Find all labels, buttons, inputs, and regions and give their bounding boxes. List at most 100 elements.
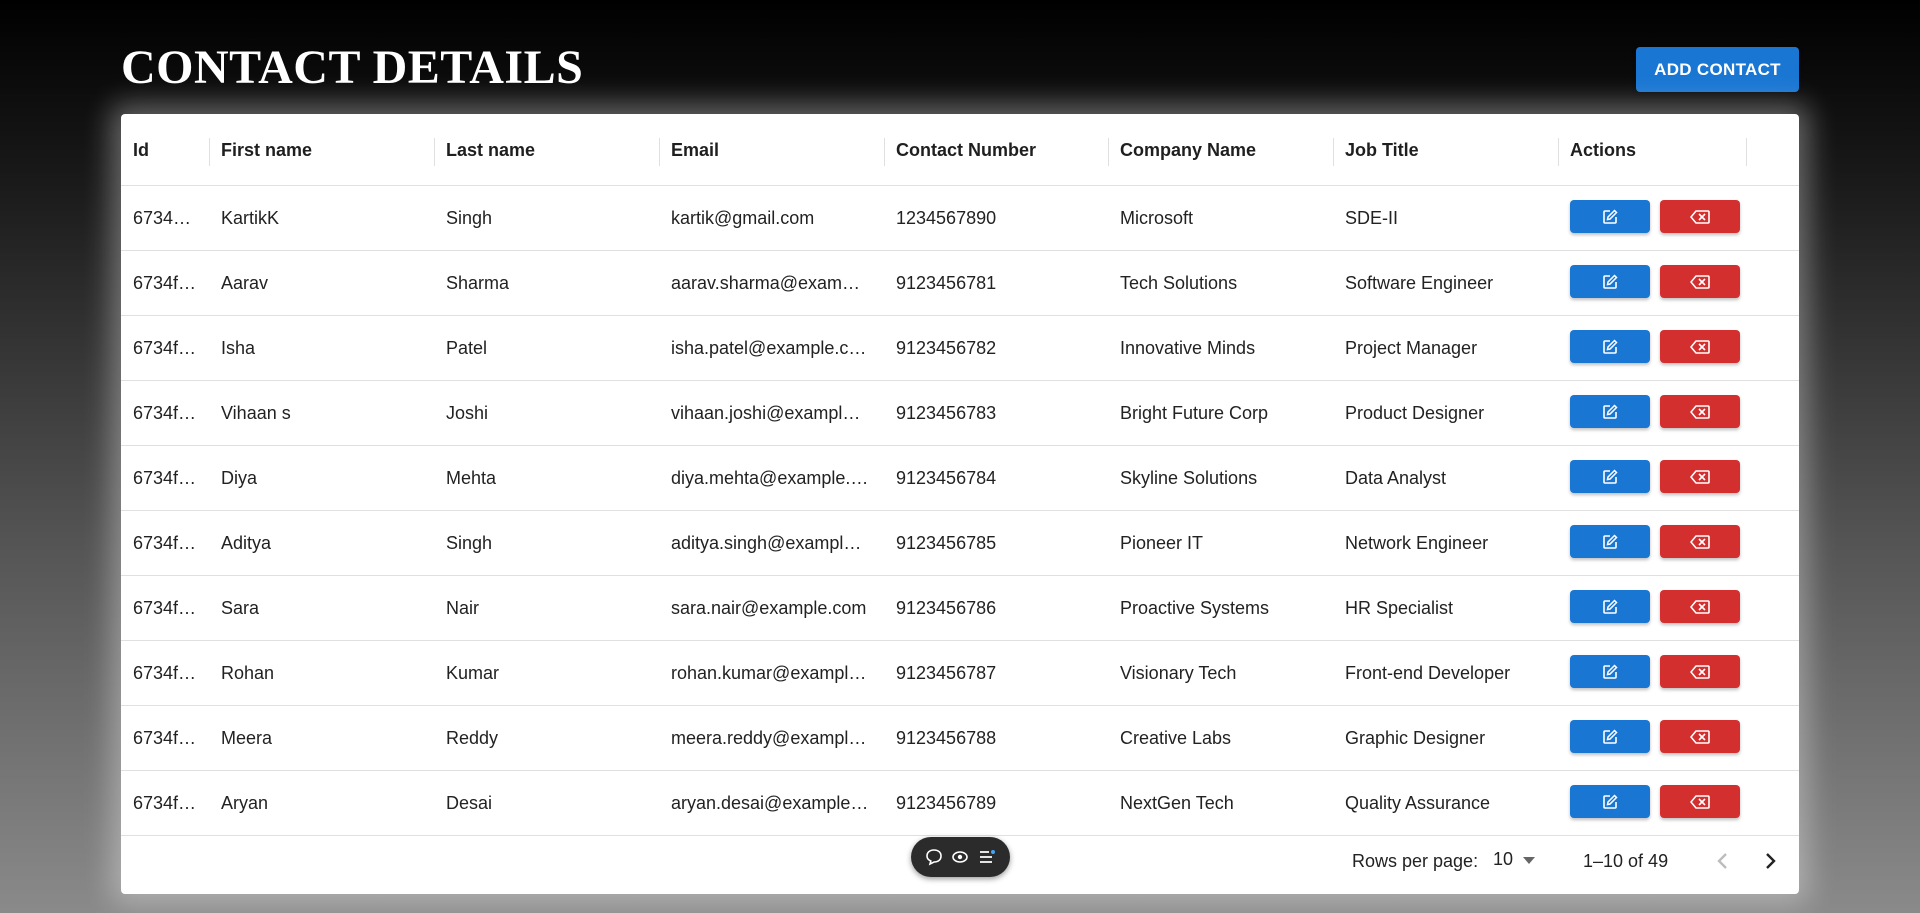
id-cell: 6734f…: [121, 771, 201, 835]
edit-button[interactable]: [1570, 785, 1650, 818]
company-name-cell-text: Pioneer IT: [1120, 532, 1204, 553]
rows-per-page-select[interactable]: 10: [1493, 849, 1536, 870]
last-name-cell: Kumar: [434, 641, 654, 705]
column-separator[interactable]: [659, 138, 660, 166]
table-row[interactable]: 6734f… Sara Nair sara.nair@example.com 91234…: [121, 576, 1799, 641]
table-row[interactable]: 6734f… Vihaan s Joshi vihaan.joshi@example.…: [121, 381, 1799, 446]
last-name-cell: Joshi: [434, 381, 654, 445]
edit-button[interactable]: [1570, 655, 1650, 688]
list-icon[interactable]: [978, 848, 996, 866]
add-contact-button[interactable]: ADD CONTACT: [1636, 47, 1799, 92]
edit-button[interactable]: [1570, 265, 1650, 298]
edit-button[interactable]: [1570, 590, 1650, 623]
contact-number-cell-text: 9123456782: [896, 337, 997, 358]
last-name-cell: Patel: [434, 316, 654, 380]
header-col-last-name[interactable]: Last name: [434, 114, 535, 186]
id-cell: 6734f…: [121, 446, 201, 510]
contact-number-cell: 1234567890: [884, 186, 1104, 250]
delete-button[interactable]: [1660, 460, 1740, 493]
edit-button[interactable]: [1570, 395, 1650, 428]
contact-number-cell: 9123456788: [884, 706, 1104, 770]
table-row[interactable]: 6734e… KartikK Singh kartik@gmail.com 123456…: [121, 186, 1799, 251]
delete-button[interactable]: [1660, 590, 1740, 623]
table-row[interactable]: 6734f… Aryan Desai aryan.desai@example.… 912…: [121, 771, 1799, 836]
delete-button[interactable]: [1660, 200, 1740, 233]
edit-button[interactable]: [1570, 525, 1650, 558]
company-name-cell-text: Skyline Solutions: [1120, 467, 1258, 488]
company-name-cell: Innovative Minds: [1108, 316, 1328, 380]
last-name-cell: Singh: [434, 186, 654, 250]
company-name-cell: Tech Solutions: [1108, 251, 1328, 315]
table-row[interactable]: 6734f… Rohan Kumar rohan.kumar@example… 9123…: [121, 641, 1799, 706]
delete-button[interactable]: [1660, 525, 1740, 558]
delete-button[interactable]: [1660, 330, 1740, 363]
delete-button[interactable]: [1660, 720, 1740, 753]
table-row[interactable]: 6734f… Aditya Singh aditya.singh@example.… 9…: [121, 511, 1799, 576]
edit-button[interactable]: [1570, 330, 1650, 363]
contact-number-cell-text: 9123456781: [896, 272, 997, 293]
id-cell-text: 6734f…: [133, 597, 197, 618]
first-name-cell: Sara: [209, 576, 429, 640]
contact-number-cell-text: 9123456786: [896, 597, 997, 618]
header-col-email[interactable]: Email: [659, 114, 719, 186]
edit-button[interactable]: [1570, 200, 1650, 233]
column-separator[interactable]: [1108, 138, 1109, 166]
first-name-cell-text: Meera: [221, 727, 273, 748]
contact-number-cell-text: 9123456783: [896, 402, 997, 423]
contact-number-cell: 9123456783: [884, 381, 1104, 445]
id-cell: 6734e…: [121, 186, 201, 250]
last-name-cell: Desai: [434, 771, 654, 835]
column-separator[interactable]: [209, 138, 210, 166]
edit-button[interactable]: [1570, 720, 1650, 753]
delete-button[interactable]: [1660, 655, 1740, 688]
company-name-cell: Creative Labs: [1108, 706, 1328, 770]
email-cell-text: isha.patel@example.co…: [671, 337, 869, 358]
header-col-job-title[interactable]: Job Title: [1333, 114, 1419, 186]
company-name-cell-text: Innovative Minds: [1120, 337, 1256, 358]
header-col-actions[interactable]: Actions: [1558, 114, 1636, 186]
column-separator[interactable]: [1746, 138, 1747, 166]
table-row[interactable]: 6734f… Meera Reddy meera.reddy@example.… 912…: [121, 706, 1799, 771]
edit-icon: [1603, 598, 1618, 614]
contact-number-cell-text: 9123456788: [896, 727, 997, 748]
company-name-cell-text: Creative Labs: [1120, 727, 1232, 748]
contacts-data-grid: Id First name Last name Email Contact Number…: [121, 114, 1799, 894]
rows-per-page-label: Rows per page:: [1352, 851, 1479, 871]
table-row[interactable]: 6734f… Aarav Sharma aarav.sharma@exampl… 912…: [121, 251, 1799, 316]
company-name-cell: Skyline Solutions: [1108, 446, 1328, 510]
column-separator[interactable]: [884, 138, 885, 166]
last-name-cell-text: Nair: [446, 597, 480, 618]
edit-button[interactable]: [1570, 460, 1650, 493]
comment-icon[interactable]: [925, 848, 943, 866]
edit-icon: [1603, 793, 1618, 809]
job-title-cell-text: SDE-II: [1345, 207, 1399, 228]
first-name-cell: Diya: [209, 446, 429, 510]
next-page-button[interactable]: [1753, 843, 1789, 879]
column-separator[interactable]: [1558, 138, 1559, 166]
delete-button[interactable]: [1660, 265, 1740, 298]
header-col-first-name[interactable]: First name: [209, 114, 312, 186]
last-name-cell: Mehta: [434, 446, 654, 510]
pagination-range: 1–10 of 49: [1583, 851, 1669, 871]
previous-page-button[interactable]: [1704, 843, 1740, 879]
last-name-cell: Reddy: [434, 706, 654, 770]
table-row[interactable]: 6734f… Isha Patel isha.patel@example.co… 912…: [121, 316, 1799, 381]
job-title-cell-text: Quality Assurance: [1345, 792, 1491, 813]
backspace-delete-icon: [1690, 339, 1710, 354]
header-col-contact-number[interactable]: Contact Number: [884, 114, 1036, 186]
email-cell-text: vihaan.joshi@example.…: [671, 402, 869, 423]
eye-icon[interactable]: [951, 848, 969, 866]
delete-button[interactable]: [1660, 785, 1740, 818]
contact-number-cell-text: 9123456789: [896, 792, 997, 813]
chevron-right-icon: [1766, 853, 1776, 869]
header-col-company-name[interactable]: Company Name: [1108, 114, 1256, 186]
email-cell-text: kartik@gmail.com: [671, 207, 815, 228]
delete-button[interactable]: [1660, 395, 1740, 428]
job-title-cell: Graphic Designer: [1333, 706, 1553, 770]
last-name-cell-text: Sharma: [446, 272, 510, 293]
column-separator[interactable]: [1333, 138, 1334, 166]
table-row[interactable]: 6734f… Diya Mehta diya.mehta@example.c… 9123…: [121, 446, 1799, 511]
header-col-id[interactable]: Id: [121, 114, 149, 186]
column-separator[interactable]: [434, 138, 435, 166]
backspace-delete-icon: [1690, 534, 1710, 549]
